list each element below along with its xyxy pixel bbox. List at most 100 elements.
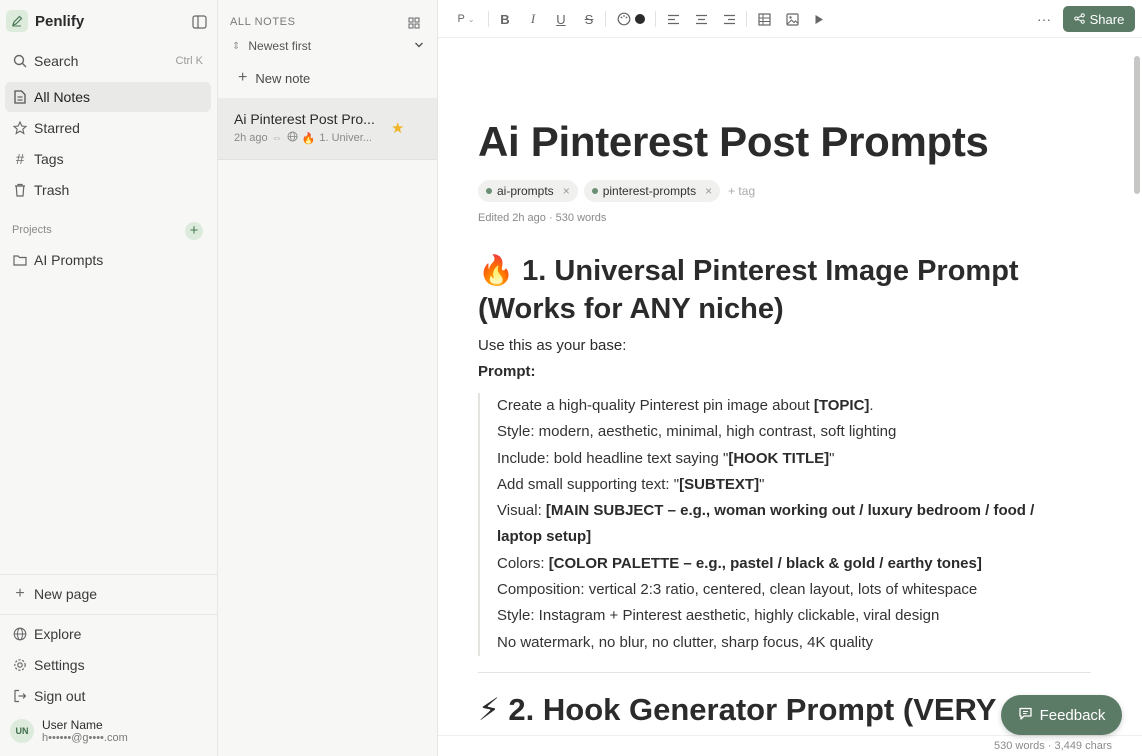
sort-arrows-icon: ⇕ — [232, 40, 241, 52]
link-icon: ⇔ — [271, 132, 283, 144]
add-tag-button[interactable]: + tag — [728, 184, 755, 198]
chevron-down-icon: ⌄ — [467, 14, 475, 24]
notes-list-title: ALL NOTES — [230, 16, 296, 28]
sidebar-item-label: Trash — [34, 182, 70, 198]
sidebar-item-label: Tags — [34, 151, 64, 167]
divider — [488, 11, 489, 27]
search-label: Search — [34, 53, 79, 69]
sidebar-item-settings[interactable]: Settings — [5, 650, 211, 680]
divider — [746, 11, 747, 27]
brand[interactable]: Penlify — [6, 10, 84, 32]
align-left-icon[interactable] — [666, 10, 680, 28]
user-account[interactable]: UN User Name h••••••@g••••.com — [10, 718, 128, 744]
more-options-icon[interactable]: ··· — [1036, 10, 1052, 28]
sidebar-item-all-notes[interactable]: All Notes — [5, 82, 211, 112]
new-page-label: New page — [34, 586, 98, 602]
sort-select[interactable]: ⇕ Newest first — [232, 39, 424, 53]
plus-icon: + — [15, 585, 25, 602]
quote-line: Include: bold headline text saying "[HOO… — [497, 449, 835, 467]
align-center-icon[interactable] — [694, 10, 708, 28]
lightning-icon: ⚡ — [478, 692, 500, 727]
word-count: 530 words · 3,449 chars — [994, 740, 1113, 752]
quote-line: Style: Instagram + Pinterest aesthetic, … — [497, 607, 940, 625]
globe-icon — [13, 627, 27, 641]
new-note-button[interactable]: + New note — [238, 69, 310, 87]
sidebar-item-label: AI Prompts — [34, 252, 104, 268]
table-icon[interactable] — [757, 10, 771, 28]
projects-label: Projects — [12, 224, 52, 236]
feedback-button[interactable]: Feedback — [1001, 695, 1122, 735]
share-label: Share — [1089, 11, 1125, 27]
text-color-swatch[interactable] — [634, 10, 646, 28]
remove-tag-icon[interactable]: × — [563, 184, 570, 198]
globe-icon — [287, 131, 298, 145]
editor: P ⌄ B I U S ··· Share Ai Pinterest Post … — [438, 0, 1142, 756]
divider — [655, 11, 656, 27]
new-page-button[interactable]: + New page — [5, 579, 211, 609]
plus-icon: + — [238, 69, 248, 86]
chevron-down-icon — [414, 39, 424, 53]
add-project-button[interactable]: + — [185, 222, 203, 240]
sidebar-item-starred[interactable]: Starred — [5, 113, 211, 143]
scrollbar[interactable] — [1131, 38, 1142, 738]
sign-out-icon — [13, 689, 27, 703]
app-name: Penlify — [35, 12, 85, 30]
remove-tag-icon[interactable]: × — [705, 184, 712, 198]
tag-chip[interactable]: ai-prompts × — [478, 180, 578, 202]
underline-icon[interactable]: U — [554, 10, 568, 28]
paragraph-style-select[interactable]: P ⌄ — [454, 10, 478, 28]
sidebar-item-tags[interactable]: # Tags — [5, 144, 211, 174]
quote-line: Create a high-quality Pinterest pin imag… — [497, 397, 874, 414]
section-heading[interactable]: 🔥 1. Universal Pinterest Image Prompt (W… — [478, 252, 1078, 328]
divider — [0, 614, 218, 615]
fire-icon: 🔥 — [301, 132, 316, 145]
new-note-label: New note — [255, 70, 311, 86]
italic-icon[interactable]: I — [526, 10, 540, 28]
trash-icon — [13, 183, 27, 197]
sidebar-item-label: Starred — [34, 120, 80, 136]
sidebar-item-ai-prompts[interactable]: AI Prompts — [5, 245, 211, 275]
sidebar-item-label: Settings — [34, 657, 85, 673]
quote-line: No watermark, no blur, no clutter, sharp… — [497, 633, 874, 651]
palette-icon[interactable] — [616, 10, 632, 28]
tag-dot — [486, 188, 492, 194]
quote-line: Style: modern, aesthetic, minimal, high … — [497, 423, 897, 441]
scrollbar-thumb[interactable] — [1134, 56, 1140, 194]
folder-icon — [13, 253, 27, 267]
align-right-icon[interactable] — [722, 10, 736, 28]
paragraph[interactable]: Use this as your base: — [478, 337, 626, 354]
search-icon — [13, 54, 27, 68]
bold-icon[interactable]: B — [498, 10, 512, 28]
sidebar-item-label: Sign out — [34, 688, 86, 704]
edited-info: Edited 2h ago · 530 words — [478, 212, 607, 224]
sidebar-item-trash[interactable]: Trash — [5, 175, 211, 205]
star-icon — [13, 121, 27, 135]
star-icon[interactable]: ★ — [391, 119, 404, 137]
section-heading-text: 1. Universal Pinterest Image Prompt (Wor… — [478, 255, 1019, 325]
tag-list: ai-prompts × pinterest-prompts × + tag — [478, 180, 755, 202]
quote-line: Add small supporting text: "[SUBTEXT]" — [497, 475, 765, 493]
feedback-label: Feedback — [1039, 706, 1106, 724]
share-icon — [1073, 12, 1085, 27]
tag-chip[interactable]: pinterest-prompts × — [583, 180, 721, 202]
page-title[interactable]: Ai Pinterest Post Prompts — [478, 118, 989, 166]
sidebar-item-explore[interactable]: Explore — [5, 619, 211, 649]
note-card[interactable]: Ai Pinterest Post Pro... 2h ago ⇔ 🔥 1. U… — [218, 98, 437, 160]
play-icon[interactable] — [813, 10, 825, 28]
user-name: User Name — [42, 718, 103, 732]
image-icon[interactable] — [785, 10, 799, 28]
prompt-label[interactable]: Prompt: — [478, 363, 536, 380]
sidebar-toggle-icon[interactable] — [192, 15, 207, 29]
share-button[interactable]: Share — [1063, 6, 1135, 32]
hash-icon: # — [15, 150, 25, 168]
section-heading[interactable]: ⚡ 2. Hook Generator Prompt (VERY — [478, 692, 996, 728]
sidebar-item-sign-out[interactable]: Sign out — [5, 681, 211, 711]
layout-grid-icon[interactable] — [408, 16, 420, 34]
note-card-title: Ai Pinterest Post Pro... — [234, 111, 375, 127]
sidebar-item-label: Explore — [34, 626, 82, 642]
prompt-blockquote[interactable]: Create a high-quality Pinterest pin imag… — [478, 393, 1053, 656]
pen-icon — [6, 10, 28, 32]
search-button[interactable]: Search Ctrl K — [5, 46, 211, 76]
strikethrough-icon[interactable]: S — [582, 10, 596, 28]
tag-dot — [591, 188, 598, 194]
